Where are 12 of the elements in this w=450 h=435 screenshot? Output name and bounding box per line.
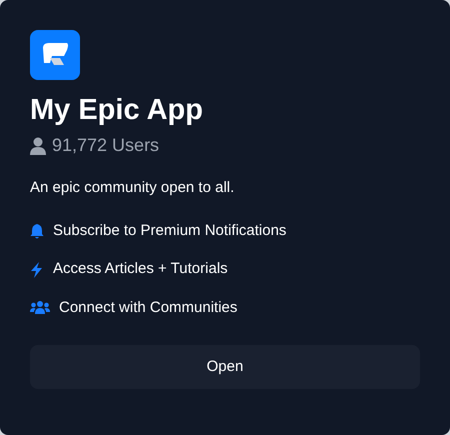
app-logo-icon <box>30 30 80 80</box>
user-icon <box>30 136 46 155</box>
app-title: My Epic App <box>30 93 204 128</box>
people-icon <box>30 300 50 316</box>
feature-text: Connect with Communities <box>59 298 238 318</box>
feature-text: Subscribe to Premium Notifications <box>53 220 286 241</box>
lightning-icon <box>30 262 44 278</box>
bell-icon <box>30 223 44 239</box>
app-description: An epic community open to all. <box>30 178 236 198</box>
user-count: 91,772 Users <box>52 134 160 158</box>
feature-text: Access Articles + Tutorials <box>53 259 228 280</box>
open-button[interactable]: Open <box>30 345 420 390</box>
